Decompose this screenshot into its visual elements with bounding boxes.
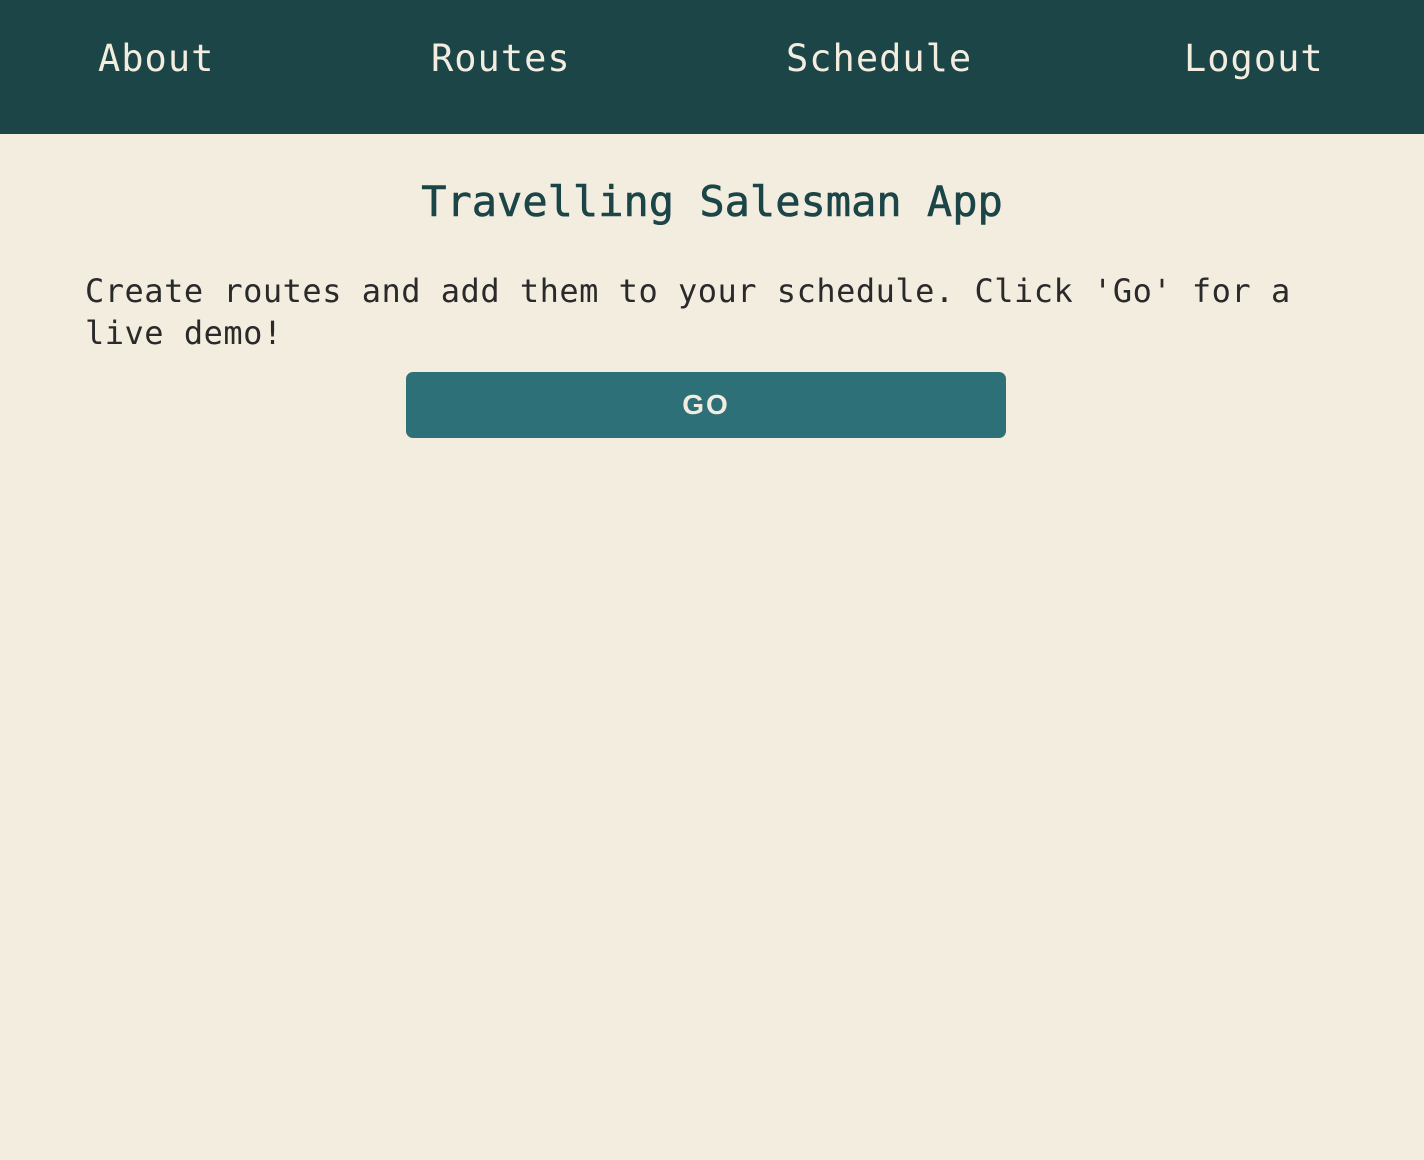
nav-link-logout[interactable]: Logout <box>1184 34 1324 84</box>
intro-text: Create routes and add them to your sched… <box>85 272 1291 352</box>
page-title: Travelling Salesman App <box>421 177 1003 227</box>
go-button[interactable]: GO <box>406 372 1006 438</box>
nav-link-about[interactable]: About <box>98 34 214 84</box>
nav-link-routes[interactable]: Routes <box>431 34 571 84</box>
top-navbar: About Routes Schedule Logout <box>0 0 1424 134</box>
nav-link-schedule[interactable]: Schedule <box>786 34 972 84</box>
